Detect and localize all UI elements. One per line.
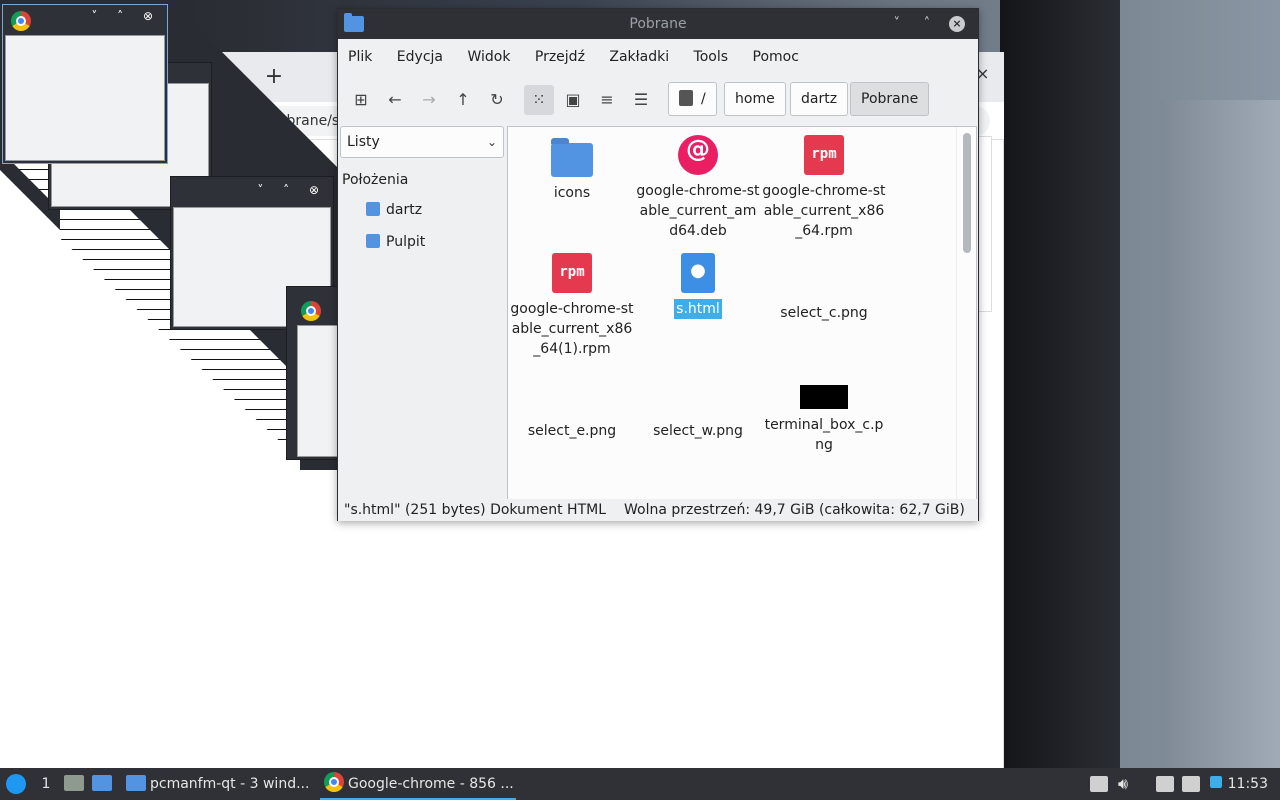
folder-icon (126, 775, 146, 791)
black-image-icon (800, 385, 848, 409)
status-free-space: Wolna przestrzeń: 49,7 GiB (całkowita: 6… (624, 502, 965, 518)
start-menu-icon[interactable] (6, 774, 26, 794)
chevron-down-icon: ⌄ (486, 135, 497, 149)
minimize-button[interactable]: ˅ (884, 9, 910, 39)
places-heading: Położenia (342, 172, 409, 188)
desktop-icon (366, 234, 380, 248)
chrome-icon (301, 301, 321, 325)
cascade-window-buttons[interactable]: ˅ ˄ ⊗ (257, 183, 327, 197)
volume-icon[interactable]: 🔊︎ (1118, 768, 1128, 800)
status-selection: "s.html" (251 bytes) Dokument HTML (344, 502, 606, 518)
file-view[interactable]: icons google-chrome-stable_current_amd64… (507, 126, 977, 500)
new-tab-button[interactable]: + (262, 66, 286, 90)
menu-pomoc[interactable]: Pomoc (753, 49, 799, 65)
wallpaper-dark (1000, 0, 1120, 768)
thumbnail-view-icon[interactable]: ▣ (558, 85, 588, 115)
chrome-icon (11, 11, 31, 35)
place-dartz[interactable]: dartz (366, 202, 422, 218)
home-icon (366, 202, 380, 216)
file-manager-launcher-icon[interactable] (92, 768, 112, 800)
image-icon (676, 371, 720, 415)
file-item[interactable]: google-chrome-stable_current_x86_64.rpm (762, 135, 886, 241)
maximize-button[interactable]: ˄ (914, 9, 940, 39)
side-pane: Listy ⌄ Położenia dartz Pulpit (338, 126, 506, 498)
forward-icon[interactable]: → (414, 85, 444, 115)
file-item[interactable]: icons (510, 135, 634, 203)
side-pane-mode-select[interactable]: Listy ⌄ (340, 126, 504, 158)
menu-przejdz[interactable]: Przejdź (535, 49, 585, 65)
menu-bar: Plik Edycja Widok Przejdź Zakładki Tools… (338, 39, 978, 75)
window-buttons: ˅ ˄ × (884, 9, 970, 39)
file-item[interactable]: select_w.png (636, 371, 760, 441)
close-button[interactable]: × (949, 16, 965, 32)
file-item-selected[interactable]: s.html (636, 253, 760, 319)
network-icon[interactable] (1182, 776, 1200, 792)
wallpaper-light (1160, 100, 1280, 768)
drive-icon (679, 90, 693, 106)
breadcrumb-home[interactable]: home (724, 82, 786, 116)
file-item[interactable]: select_c.png (762, 253, 886, 323)
folder-icon (344, 13, 364, 32)
new-tab-icon[interactable]: ⊞ (346, 85, 376, 115)
back-icon[interactable]: ← (380, 85, 410, 115)
image-icon (802, 253, 846, 297)
breadcrumb-pobrane[interactable]: Pobrane (850, 82, 930, 116)
chrome-icon (324, 772, 344, 800)
file-manager-window[interactable]: Pobrane ˅ ˄ × Plik Edycja Widok Przejdź … (337, 8, 979, 521)
file-item[interactable]: google-chrome-stable_current_x86_64(1).r… (510, 253, 634, 359)
task-pcmanfm[interactable]: pcmanfm-qt - 3 wind... (122, 768, 316, 800)
reload-icon[interactable]: ↻ (482, 85, 512, 115)
window-title: Pobrane (629, 16, 687, 32)
status-bar: "s.html" (251 bytes) Dokument HTML Wolna… (338, 499, 978, 521)
icon-view-icon[interactable]: ⁙ (524, 85, 554, 115)
breadcrumb-dartz[interactable]: dartz (790, 82, 849, 116)
menu-widok[interactable]: Widok (467, 49, 510, 65)
file-item[interactable]: terminal_box_c.png (762, 371, 886, 455)
compact-view-icon[interactable]: ≡ (592, 85, 622, 115)
show-desktop-icon[interactable] (64, 768, 84, 800)
notification-icon[interactable] (1210, 776, 1222, 788)
file-manager-titlebar[interactable]: Pobrane ˅ ˄ × (338, 9, 978, 39)
folder-icon (551, 138, 593, 177)
place-pulpit[interactable]: Pulpit (366, 234, 425, 250)
clock[interactable]: 11:53 (1228, 768, 1268, 800)
menu-edycja[interactable]: Edycja (397, 49, 443, 65)
up-icon[interactable]: ↑ (448, 85, 478, 115)
breadcrumb-root[interactable]: / (668, 82, 717, 116)
cascade-window-top[interactable]: ˅ ˄ ⊗ (2, 4, 168, 164)
file-item[interactable]: select_e.png (510, 371, 634, 441)
scrollbar-thumb[interactable] (963, 133, 971, 253)
task-google-chrome[interactable]: Google-chrome - 856 ... (320, 768, 516, 800)
image-icon (550, 371, 594, 415)
menu-plik[interactable]: Plik (348, 49, 372, 65)
clipboard-icon[interactable] (1156, 776, 1174, 792)
file-item[interactable]: google-chrome-stable_current_amd64.deb (636, 135, 760, 241)
tray-arrow-icon[interactable] (1090, 776, 1108, 792)
rpm-icon (552, 253, 592, 293)
toolbar: ⊞ ← → ↑ ↻ ⁙ ▣ ≡ ☰ / home dartz Pobrane (338, 75, 978, 125)
detailed-view-icon[interactable]: ☰ (626, 85, 656, 115)
rpm-icon (804, 135, 844, 175)
scrollbar[interactable] (956, 127, 976, 499)
cascade-window-body (5, 35, 165, 161)
menu-tools[interactable]: Tools (694, 49, 729, 65)
desktop-switcher[interactable]: 1 (38, 768, 54, 800)
html-icon (681, 253, 715, 293)
cascade-window-buttons[interactable]: ˅ ˄ ⊗ (91, 9, 161, 23)
menu-zakladki[interactable]: Zakładki (609, 49, 669, 65)
taskbar: 1 pcmanfm-qt - 3 wind... Google-chrome -… (0, 768, 1280, 800)
deb-icon (678, 135, 718, 175)
